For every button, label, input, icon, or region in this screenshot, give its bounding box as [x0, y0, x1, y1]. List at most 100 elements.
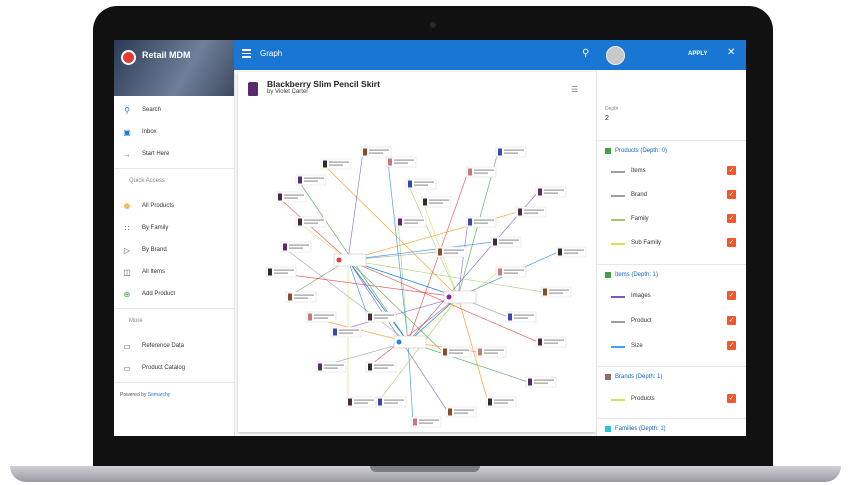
graph-node[interactable]	[525, 376, 557, 388]
sidebar-item-all-items[interactable]: ◫ All Items	[114, 264, 234, 282]
graph-node[interactable]	[375, 396, 407, 408]
relation-label: Family	[631, 216, 649, 222]
brand-icon: ▷	[123, 246, 131, 255]
avatar[interactable]	[606, 46, 625, 65]
graph-node[interactable]	[295, 216, 327, 228]
group-brands: Brands (Depth: 1)	[597, 366, 746, 387]
graph-node[interactable]	[295, 174, 327, 186]
relation-row-images: Images ✓	[597, 287, 746, 305]
graph-node[interactable]	[555, 246, 587, 258]
relation-checkbox[interactable]: ✓	[727, 394, 736, 403]
group-color-swatch	[605, 426, 611, 432]
close-icon[interactable]: ✕	[727, 47, 735, 58]
graph-node[interactable]	[330, 326, 362, 338]
depth-input[interactable]: 2	[605, 115, 609, 122]
hamburger-menu-icon[interactable]	[242, 49, 251, 58]
graph-edges	[267, 151, 559, 423]
divider	[114, 308, 234, 309]
relation-checkbox[interactable]: ✓	[727, 214, 736, 223]
graph-node[interactable]	[465, 216, 497, 228]
divider	[114, 168, 234, 169]
powered-brand-link[interactable]: Semarchy	[148, 392, 171, 398]
filter-icon[interactable]: ☰	[571, 85, 578, 94]
graph-node[interactable]	[420, 196, 452, 208]
group-color-swatch	[605, 272, 611, 278]
graph-node[interactable]	[540, 286, 572, 298]
sidebar-header: Retail MDM	[114, 40, 234, 96]
sidebar-item-product-catalog[interactable]: ▭ Product Catalog	[114, 360, 234, 378]
graph-node[interactable]	[535, 336, 567, 348]
arrow-right-icon: →	[123, 150, 131, 159]
graph-node[interactable]	[305, 311, 337, 323]
graph-node[interactable]	[505, 311, 537, 323]
graph-node[interactable]	[535, 186, 567, 198]
graph-node[interactable]	[265, 266, 297, 278]
relation-label: Images	[631, 293, 651, 299]
graph-node[interactable]	[365, 361, 397, 373]
app-title[interactable]: Retail MDM	[142, 50, 191, 60]
sidebar-item-label: All Items	[142, 269, 166, 275]
graph-node[interactable]	[485, 396, 517, 408]
relationship-graph[interactable]	[238, 102, 596, 430]
relation-row-products: Products ✓	[597, 390, 746, 408]
graph-node[interactable]	[360, 146, 392, 158]
graph-node[interactable]	[495, 266, 527, 278]
relation-line	[611, 346, 625, 348]
graph-nodes	[265, 146, 587, 428]
divider	[114, 382, 234, 383]
sidebar-item-by-brand[interactable]: ▷ By Brand	[114, 242, 234, 260]
sidebar-item-by-family[interactable]: ∷ By Family	[114, 220, 234, 238]
relation-checkbox[interactable]: ✓	[727, 316, 736, 325]
search-icon[interactable]: ⚲	[582, 48, 589, 59]
sidebar-item-reference-data[interactable]: ▭ Reference Data	[114, 338, 234, 356]
powered-prefix: Powered by	[120, 392, 147, 398]
relation-checkbox[interactable]: ✓	[727, 341, 736, 350]
sidebar-item-add-product[interactable]: ⊕ Add Product	[114, 286, 234, 304]
sidebar-item-all-products[interactable]: ❁ All Products	[114, 198, 234, 216]
inbox-icon: ▣	[123, 128, 131, 137]
camera-dot	[430, 22, 436, 28]
graph-node[interactable]	[285, 291, 317, 303]
graph-node[interactable]	[280, 241, 312, 253]
sidebar-item-label: Search	[142, 107, 162, 113]
product-skirt-icon	[248, 82, 258, 96]
graph-node[interactable]	[515, 206, 547, 218]
top-app-bar: Graph	[234, 40, 746, 70]
graph-node[interactable]	[495, 146, 527, 158]
relation-checkbox[interactable]: ✓	[727, 166, 736, 175]
sidebar-item-start-here[interactable]: → Start Here	[114, 146, 234, 164]
graph-node[interactable]	[315, 361, 347, 373]
apply-button[interactable]: APPLY	[688, 51, 707, 57]
graph-node[interactable]	[435, 246, 467, 258]
graph-hub-dot	[396, 339, 402, 345]
folder-icon: ▭	[123, 342, 131, 351]
relation-checkbox[interactable]: ✓	[727, 291, 736, 300]
graph-node[interactable]	[440, 346, 472, 358]
relation-checkbox[interactable]: ✓	[727, 238, 736, 247]
graph-node[interactable]	[385, 156, 417, 168]
product-subtitle: by Violet Carter	[267, 89, 309, 95]
sidebar-item-search[interactable]: ⚲ Search	[114, 102, 234, 120]
sidebar-item-label: Product Catalog	[142, 365, 186, 371]
graph-node[interactable]	[395, 216, 427, 228]
app-logo-icon[interactable]	[121, 50, 136, 65]
relation-label: Product	[631, 318, 652, 324]
graph-node[interactable]	[410, 416, 442, 428]
app-screen: Retail MDM ⚲ Search ▣ Inbox → Start Here…	[114, 40, 746, 436]
graph-node[interactable]	[475, 346, 507, 358]
sidebar-item-inbox[interactable]: ▣ Inbox	[114, 124, 234, 142]
graph-node[interactable]	[320, 158, 352, 170]
graph-node[interactable]	[445, 406, 477, 418]
sidebar-item-label: Inbox	[142, 129, 157, 135]
graph-node[interactable]	[465, 166, 497, 178]
graph-node[interactable]	[345, 396, 377, 408]
graph-node[interactable]	[490, 236, 522, 248]
graph-node[interactable]	[405, 178, 437, 190]
graph-node[interactable]	[365, 311, 397, 323]
group-label: Brands (Depth: 1)	[615, 374, 663, 380]
group-items: Items (Depth: 1)	[597, 264, 746, 285]
add-icon: ⊕	[123, 290, 131, 299]
graph-node[interactable]	[275, 191, 307, 203]
relation-checkbox[interactable]: ✓	[727, 190, 736, 199]
relation-label: Size	[631, 343, 643, 349]
